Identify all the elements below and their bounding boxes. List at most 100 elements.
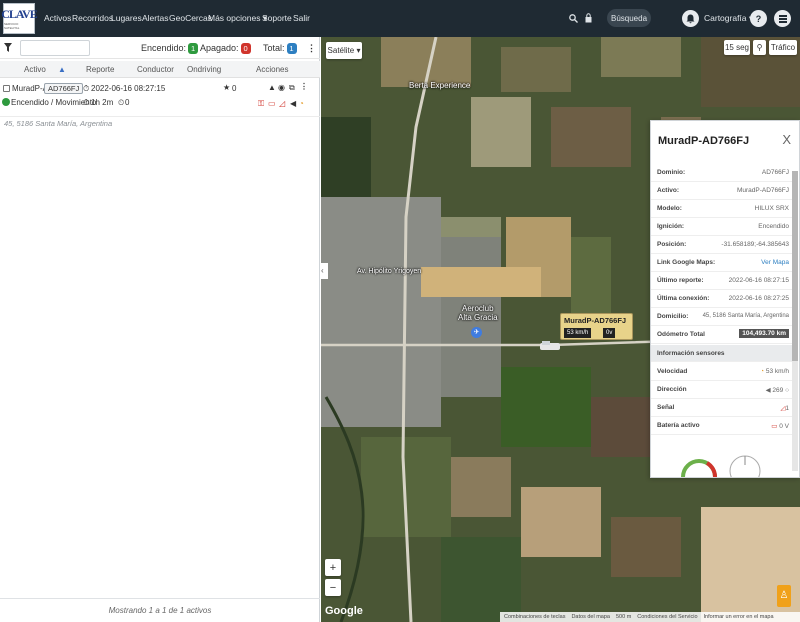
marker-speed: 53 km/h: [564, 328, 592, 338]
info-key: Dirección: [657, 386, 687, 393]
info-key: Dominio:: [657, 169, 686, 176]
battery-icon[interactable]: ▭: [268, 99, 276, 108]
search-button[interactable]: Búsqueda: [607, 9, 651, 27]
google-logo: Google: [325, 605, 363, 617]
filter-input[interactable]: [20, 40, 90, 56]
warning-icon[interactable]: ▲: [268, 83, 276, 92]
count-off-badge: 0: [240, 43, 251, 54]
nav-salir[interactable]: Salir: [293, 13, 310, 23]
info-value: HILUX SRX: [754, 205, 789, 212]
info-row-odometro: Odómetro Total 104,493.70 km: [651, 326, 793, 344]
info-key: Domicilio:: [657, 313, 689, 320]
attr-keyboard[interactable]: Combinaciones de teclas: [504, 614, 565, 620]
search-icon[interactable]: [569, 14, 578, 23]
scrollbar-thumb[interactable]: [792, 171, 798, 361]
attr-mapdata[interactable]: Datos del mapa: [571, 614, 610, 620]
vehicle-truck-icon[interactable]: [539, 340, 561, 352]
sensor-velocidad-value: 53 km/h: [765, 368, 789, 375]
close-icon[interactable]: X: [782, 132, 791, 147]
degree-circle-icon: ○: [785, 387, 789, 394]
attr-terms[interactable]: Condiciones del Servicio: [637, 614, 697, 620]
sensor-row-direccion: Dirección ◀ 269 ○: [651, 381, 793, 399]
nav-mas-opciones[interactable]: Más opciones ▾: [208, 13, 267, 24]
count-total-badge: 1: [286, 43, 297, 54]
zoom-out-button[interactable]: −: [325, 579, 341, 596]
count-on-badge: 1: [188, 43, 199, 54]
header-reporte[interactable]: Reporte: [86, 65, 114, 74]
key-icon[interactable]: ⚿: [258, 99, 264, 109]
info-value: 2022-06-16 08:27:15: [728, 277, 789, 284]
info-value: Encendido: [758, 223, 789, 230]
row-more-icon[interactable]: ⋮: [300, 82, 308, 91]
speedometer-icon[interactable]: ◔: [299, 99, 304, 108]
map-pin-icon[interactable]: ⚲: [753, 40, 766, 55]
info-key: Último reporte:: [657, 277, 704, 284]
vehicle-marker-popup[interactable]: MuradP-AD766FJ 53 km/h 0v: [560, 313, 633, 340]
info-row-ignicion: Ignición: Encendido: [651, 218, 793, 236]
signal-icon[interactable]: ◿: [279, 99, 285, 108]
traffic-button[interactable]: Tráfico: [769, 40, 797, 55]
clock-icon: ⏱: [83, 84, 90, 93]
star-icon[interactable]: ★: [223, 83, 230, 92]
sensor-senal-value: 1: [785, 405, 789, 412]
logo-subtext: SERVICIO SATELITAL: [4, 22, 20, 30]
table-header: Activo ▲ Reporte Conductor Ondriving Acc…: [0, 61, 320, 78]
map-label-berta: Berta Experience: [409, 81, 471, 90]
crop-icon[interactable]: ⧉: [289, 83, 295, 93]
assets-panel: Encendido: 1 Apagado: 0 Total: 1 ⋮ Activo ▲…: [0, 37, 320, 622]
nav-soporte[interactable]: Soporte: [262, 13, 292, 23]
count-on-label: Encendido:: [141, 43, 187, 53]
sort-asc-icon[interactable]: ▲: [58, 65, 66, 74]
clave-logo[interactable]: CLAVE SERVICIO SATELITAL: [1, 3, 38, 34]
row-checkbox[interactable]: [3, 85, 10, 92]
zoom-in-button[interactable]: +: [325, 559, 341, 576]
header-activo[interactable]: Activo: [24, 65, 46, 74]
caret-down-icon: ▾: [356, 46, 361, 55]
nav-activos[interactable]: Activos: [44, 13, 71, 23]
help-icon[interactable]: ?: [750, 10, 767, 27]
nav-lugares[interactable]: Lugares: [111, 13, 142, 23]
map-type-dropdown[interactable]: Satélite ▾: [326, 42, 362, 59]
info-value: 45, 5186 Santa María, Argentina: [702, 313, 789, 319]
airport-icon[interactable]: ✈: [471, 327, 482, 338]
info-row-ultima-conexion: Última conexión: 2022-06-16 08:27:25: [651, 290, 793, 308]
header-conductor[interactable]: Conductor: [137, 65, 174, 74]
info-row-activo: Activo: MuradP-AD766FJ: [651, 182, 793, 200]
map-type-label: Satélite: [327, 46, 355, 55]
sensors-title: Información sensores: [657, 350, 725, 357]
menu-grid-icon[interactable]: [774, 10, 791, 27]
info-key: Ignición:: [657, 223, 685, 230]
header-ondriving[interactable]: Ondriving: [187, 65, 221, 74]
eye-icon[interactable]: ◉: [278, 83, 285, 92]
direction-icon[interactable]: ◀: [290, 99, 296, 108]
attr-report[interactable]: Informar un error en el mapa: [704, 614, 774, 620]
sensors-header: Información sensores: [651, 345, 793, 362]
info-value: ◔ 53 km/h: [760, 368, 789, 375]
sensor-row-senal: Señal ◿1: [651, 399, 793, 417]
sensor-row-bateria: Batería activo ▭ 0 V: [651, 417, 793, 435]
duration-icon: ⏱: [83, 98, 90, 107]
info-scrollbar[interactable]: [792, 171, 798, 471]
notifications-bell-icon[interactable]: [682, 10, 699, 27]
street-view-pegman-icon[interactable]: ♙: [777, 585, 791, 607]
info-row-domicilio: Domicilio: 45, 5186 Santa María, Argentin…: [651, 308, 793, 326]
refresh-interval-button[interactable]: 15 seg: [724, 40, 750, 55]
lock-icon[interactable]: [585, 13, 592, 23]
info-key: Velocidad: [657, 368, 688, 375]
nav-recorridos[interactable]: Recorridos: [72, 13, 113, 23]
count-off: Apagado: 0: [200, 43, 251, 54]
cartography-label: Cartografía: [704, 13, 747, 23]
info-value: ◀ 269 ○: [766, 386, 789, 394]
info-key: Última conexión:: [657, 295, 710, 302]
ignition-on-icon: [2, 98, 10, 106]
cartography-dropdown[interactable]: Cartografía ▾: [704, 13, 753, 24]
nav-alertas[interactable]: Alertas: [142, 13, 168, 23]
marker-title: MuradP-AD766FJ: [564, 316, 627, 325]
table-row[interactable]: MuradP-A... AD766FJ ⏱ 2022-06-16 08:27:1…: [0, 81, 320, 117]
ver-mapa-link[interactable]: Ver Mapa: [761, 259, 789, 266]
more-vertical-icon[interactable]: ⋮: [307, 43, 316, 54]
filter-icon[interactable]: [4, 43, 12, 52]
collapse-panel-arrow-icon[interactable]: ‹: [321, 263, 328, 279]
nav-geocercas[interactable]: GeoCercas: [169, 13, 212, 23]
attr-scale[interactable]: 500 m: [616, 614, 631, 620]
